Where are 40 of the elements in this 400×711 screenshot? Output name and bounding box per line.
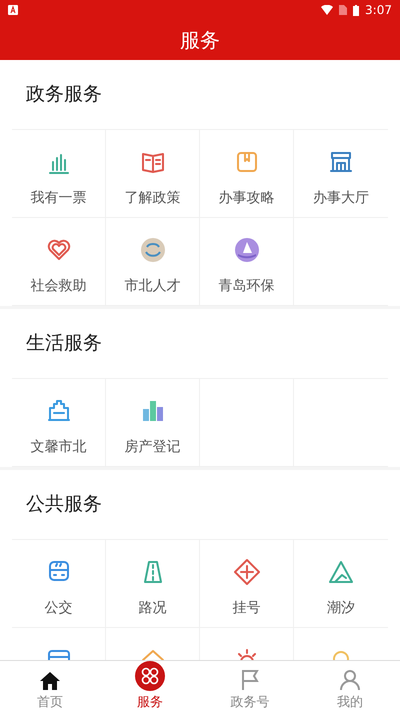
section-title: 政务服务 (26, 82, 102, 108)
nav-tab[interactable]: 政务号 (200, 661, 300, 711)
sail-logo-icon (234, 238, 258, 262)
bus-icon (46, 560, 70, 584)
store-icon (329, 150, 353, 174)
person-icon (339, 669, 361, 691)
section-title: 公共服务 (26, 492, 102, 518)
no-sim-icon (339, 5, 348, 15)
service-label[interactable]: 办事攻略 (218, 188, 274, 209)
service-label[interactable]: 公交 (44, 598, 72, 619)
round-logo-icon (140, 238, 164, 262)
battery-icon (353, 4, 360, 16)
service-label[interactable]: 文馨市北 (30, 437, 86, 458)
notification-icon (8, 5, 18, 15)
service-label[interactable]: 社会救助 (30, 276, 86, 297)
service-label[interactable]: 潮汐 (327, 598, 355, 619)
nav-tab[interactable]: 我的 (300, 661, 400, 711)
towers-icon (140, 399, 164, 423)
service-label[interactable]: 挂号 (232, 598, 260, 619)
section-title: 生活服务 (26, 331, 102, 356)
heart-icon (46, 238, 70, 262)
page-title: 服务 (180, 27, 220, 54)
book-icon (140, 150, 164, 174)
service-label[interactable]: 我有一票 (30, 188, 86, 209)
flag-icon (239, 669, 261, 691)
home-icon (39, 671, 61, 691)
wifi-icon (321, 5, 334, 15)
nav-tab[interactable]: 服务 (100, 661, 200, 711)
service-label[interactable]: 办事大厅 (313, 188, 369, 209)
bookmark-icon (234, 150, 258, 174)
service-label[interactable]: 了解政策 (124, 188, 180, 209)
service-label[interactable]: 房产登记 (124, 437, 180, 458)
plus-diamond-icon (232, 558, 260, 586)
nav-tab[interactable]: 首页 (0, 661, 100, 711)
status-time: 3:07 (365, 2, 392, 19)
mountain-icon (328, 560, 354, 584)
service-label[interactable]: 市北人才 (124, 276, 180, 297)
building-icon (46, 399, 70, 423)
service-label[interactable]: 青岛环保 (218, 276, 274, 297)
service-label[interactable]: 路况 (138, 598, 166, 619)
